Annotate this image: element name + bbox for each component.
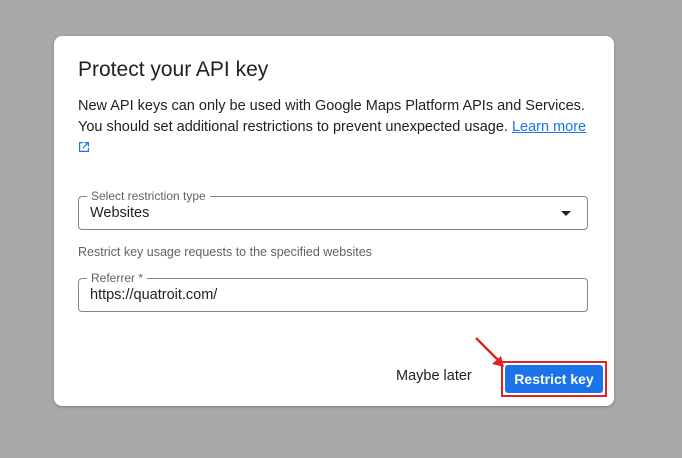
external-link-icon[interactable] [78, 139, 90, 152]
restrict-key-highlight: Restrict key [501, 361, 607, 397]
restriction-type-value: Websites [90, 205, 150, 221]
restrict-key-button[interactable]: Restrict key [505, 365, 603, 393]
dialog-title: Protect your API key [78, 58, 269, 81]
annotation-arrow-icon [475, 337, 504, 367]
dialog-description: New API keys can only be used with Googl… [78, 96, 593, 159]
learn-more-link[interactable]: Learn more [512, 119, 586, 135]
dropdown-arrow-icon[interactable] [561, 211, 571, 216]
referrer-label: Referrer * [87, 271, 148, 285]
restriction-type-label: Select restriction type [87, 189, 210, 203]
protect-api-key-dialog: Protect your API key New API keys can on… [54, 36, 614, 406]
description-text: New API keys can only be used with Googl… [78, 98, 585, 135]
maybe-later-button[interactable]: Maybe later [396, 368, 472, 384]
restriction-type-select[interactable]: Select restriction type Websites [78, 189, 588, 230]
referrer-field[interactable]: Referrer * https://quatroit.com/ [78, 271, 588, 312]
referrer-value[interactable]: https://quatroit.com/ [90, 287, 217, 303]
restriction-helper-text: Restrict key usage requests to the speci… [78, 245, 372, 259]
